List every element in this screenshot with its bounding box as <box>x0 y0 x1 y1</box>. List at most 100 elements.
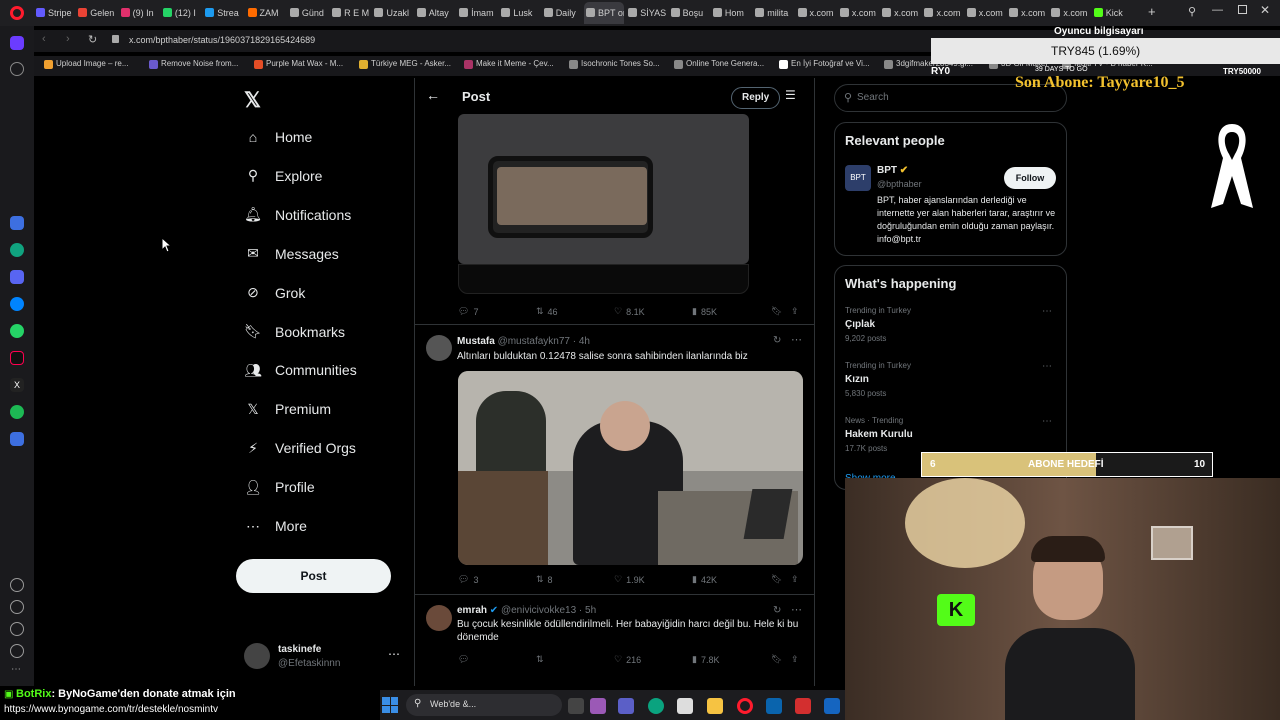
opera-icon[interactable] <box>737 698 753 714</box>
search-tabs-icon[interactable]: ⚲ <box>1188 5 1196 18</box>
nav-item-home[interactable]: ⌂ Home <box>244 125 313 149</box>
file-explorer-icon[interactable] <box>568 698 584 714</box>
teams-icon[interactable] <box>618 698 634 714</box>
browser-tab[interactable]: Altay <box>415 2 455 24</box>
nav-item-bookmarks[interactable]: 🔖︎ Bookmarks <box>244 320 345 344</box>
bookmark-item[interactable]: Upload Image – re... <box>44 59 128 69</box>
tweet-media-video[interactable] <box>458 114 749 264</box>
share-icon[interactable]: ⇪ <box>791 654 799 665</box>
grok-icon[interactable]: ↻ <box>773 605 781 616</box>
copilot-icon[interactable] <box>590 698 606 714</box>
nav-item-messages[interactable]: ✉ Messages <box>244 242 339 266</box>
trend-name[interactable]: Hakem Kurulu <box>845 429 913 440</box>
home-speeddial-icon[interactable] <box>10 36 24 50</box>
outlook-icon[interactable] <box>766 698 782 714</box>
app-blue-icon[interactable] <box>824 698 840 714</box>
opera-logo-icon[interactable] <box>10 6 24 20</box>
trend-name[interactable]: Çıplak <box>845 319 875 330</box>
browser-tab[interactable]: BPT on X <box>584 2 625 24</box>
retweet-icon[interactable]: ⇅ <box>536 654 544 665</box>
browser-tab[interactable]: x.com <box>1049 2 1089 24</box>
back-arrow-icon[interactable]: ← <box>426 87 440 103</box>
settings-sliders-icon[interactable]: ☰ <box>785 88 796 102</box>
taskbar-search[interactable]: ⚲ Web'de &... <box>406 694 562 716</box>
browser-tab[interactable]: x.com <box>838 2 878 24</box>
tweet-media-image[interactable] <box>458 371 803 565</box>
like-count[interactable]: ♡ 8.1K <box>614 306 645 317</box>
author-name[interactable]: Mustafa <box>457 336 495 347</box>
like-count[interactable]: ♡ 1.9K <box>614 574 645 585</box>
reload-icon[interactable]: ↻ <box>88 33 97 46</box>
browser-tab[interactable]: ZAM <box>246 2 286 24</box>
browser-tab[interactable]: (9) In <box>119 2 159 24</box>
nav-item-grok[interactable]: ⊘ Grok <box>244 281 305 305</box>
minimize-icon[interactable]: — <box>1212 4 1223 16</box>
maximize-icon[interactable] <box>1238 5 1247 14</box>
new-tab-icon[interactable]: + <box>1148 4 1156 19</box>
heart-icon[interactable] <box>10 578 24 592</box>
settings-icon[interactable] <box>10 622 24 636</box>
browser-tab[interactable]: (12) I <box>161 2 201 24</box>
close-window-icon[interactable]: ✕ <box>1260 3 1270 17</box>
nav-item-premium[interactable]: 𝕏 Premium <box>244 397 331 421</box>
view-count[interactable]: ▮ 7.8K <box>692 654 719 665</box>
windows-start-icon[interactable] <box>382 697 398 713</box>
app-icon[interactable] <box>10 270 24 284</box>
trend-name[interactable]: Kızın <box>845 374 869 385</box>
browser-tab[interactable]: x.com <box>965 2 1005 24</box>
app-red-icon[interactable] <box>795 698 811 714</box>
nav-item-verified-orgs[interactable]: ⚡︎ Verified Orgs <box>244 436 356 460</box>
bookmark-item[interactable]: Purple Mat Wax - M... <box>254 59 343 69</box>
more-icon[interactable]: ⋯ <box>1042 306 1052 317</box>
star-icon[interactable] <box>10 62 24 76</box>
tweet[interactable]: Mustafa @mustafaykn77 · 4h ↻ ⋯ Altınları… <box>415 325 814 593</box>
more-icon[interactable]: ⋯ <box>791 333 802 346</box>
browser-tab[interactable]: Daily <box>542 2 582 24</box>
profile-name[interactable]: BPT <box>877 165 897 176</box>
browser-tab[interactable]: Kick <box>1092 2 1132 24</box>
lightbulb-icon[interactable] <box>10 644 24 658</box>
bookmark-icon[interactable]: 🔖︎ <box>771 306 782 317</box>
nav-item-explore[interactable]: ⚲ Explore <box>244 164 323 188</box>
aria-icon[interactable] <box>10 216 24 230</box>
url-field[interactable]: x.com/bpthaber/status/196037182916542468… <box>129 35 315 45</box>
browser-tab[interactable]: Uzakl <box>372 2 412 24</box>
bookmark-item[interactable]: En İyi Fotoğraf ve Vi... <box>779 59 870 69</box>
bookmark-icon[interactable]: 🔖︎ <box>771 574 782 585</box>
bookmark-item[interactable]: Isochronic Tones So... <box>569 59 660 69</box>
reply-count[interactable]: 💬︎ 7 <box>458 306 478 317</box>
avatar[interactable]: BPT <box>845 165 871 191</box>
grok-icon[interactable]: ↻ <box>773 335 781 346</box>
edge-icon[interactable] <box>648 698 664 714</box>
bookmark-item[interactable]: Türkiye MEG - Asker... <box>359 59 451 69</box>
back-icon[interactable]: ‹ <box>42 33 46 45</box>
bookmark-item[interactable]: Remove Noise from... <box>149 59 238 69</box>
store-icon[interactable] <box>677 698 693 714</box>
tiktok-icon[interactable] <box>10 351 24 365</box>
browser-tab[interactable]: x.com <box>922 2 962 24</box>
browser-tab[interactable]: Lusk <box>499 2 539 24</box>
folder-icon[interactable] <box>707 698 723 714</box>
x-icon[interactable]: X <box>10 378 24 392</box>
browser-tab[interactable]: İmam <box>457 2 497 24</box>
author-name[interactable]: emrah <box>457 605 487 616</box>
bookmark-item[interactable]: Make it Meme - Çev... <box>464 59 554 69</box>
browser-tab[interactable]: Strea <box>203 2 243 24</box>
share-icon[interactable]: ⇪ <box>791 306 799 317</box>
x-logo-icon[interactable]: 𝕏 <box>244 88 261 113</box>
browser-tab[interactable]: Boşu <box>669 2 709 24</box>
retweet-count[interactable]: ⇅ 8 <box>536 574 553 585</box>
player-icon[interactable] <box>10 432 24 446</box>
follow-button[interactable]: Follow <box>1004 167 1056 189</box>
sidebar-more-icon[interactable]: ⋯ <box>11 664 21 675</box>
bookmark-icon[interactable]: 🔖︎ <box>771 654 782 665</box>
spotify-icon[interactable] <box>10 405 24 419</box>
like-count[interactable]: ♡ 216 <box>614 654 641 665</box>
forward-icon[interactable]: › <box>66 33 70 45</box>
post-button[interactable]: Post <box>236 559 391 593</box>
nav-item-communities[interactable]: 👥︎ Communities <box>244 358 357 382</box>
whatsapp-icon[interactable] <box>10 324 24 338</box>
more-icon[interactable]: ⋯ <box>388 647 400 661</box>
browser-tab[interactable]: Günd <box>288 2 328 24</box>
browser-tab[interactable]: x.com <box>880 2 920 24</box>
